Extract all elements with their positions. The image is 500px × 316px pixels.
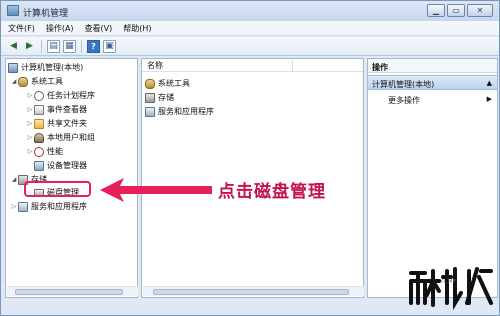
list-column-header[interactable]: 名称 [142,59,363,72]
column-name-label: 名称 [147,60,163,70]
expand-arrow-icon[interactable]: ▷ [26,106,34,113]
list-item-label: 存储 [158,93,174,102]
list-item[interactable]: 存储 [145,91,174,104]
forward-arrow-icon[interactable]: ▶ [23,40,36,53]
highlight-box [24,181,91,197]
services-icon [145,106,155,117]
list-item[interactable]: 服务和应用程序 [145,105,214,118]
collapse-arrow-icon[interactable]: ◢ [10,78,18,85]
menu-view[interactable]: 查看(V) [85,23,113,34]
up-folder-icon[interactable]: ▤ [47,39,60,53]
users-icon [34,132,44,143]
tree-item-label: 设备管理器 [47,161,87,170]
tree-item-label: 事件查看器 [47,105,87,114]
tree-item-label: 任务计划程序 [47,91,95,100]
expand-arrow-icon[interactable]: ▷ [10,203,18,210]
scrollbar-thumb[interactable] [15,289,123,295]
tools-icon [18,76,28,87]
menu-bar: 文件(F) 操作(A) 查看(V) 帮助(H) [1,21,499,36]
window-title: 计算机管理 [23,9,69,19]
performance-icon [34,146,44,157]
services-icon [18,201,28,212]
tree-item-task-scheduler[interactable]: ▷ 任务计划程序 [26,89,95,102]
list-item[interactable]: 系统工具 [145,77,190,90]
tree-item-label: 共享文件夹 [47,119,87,128]
list-item-label: 系统工具 [158,79,190,88]
back-arrow-icon[interactable]: ◀ [7,40,20,53]
actions-section-computer-management[interactable]: 计算机管理(本地) ▲ [368,75,497,90]
expand-arrow-icon[interactable]: ▷ [26,92,34,99]
tree-item-label: 系统工具 [31,77,63,86]
tools-icon [145,78,155,89]
toolbar: ◀ ▶ ▤ ▦ ? ▣ [1,37,499,56]
close-button[interactable]: ✕ [467,4,493,17]
tree-item-event-viewer[interactable]: ▷ 事件查看器 [26,103,87,116]
more-actions-link[interactable]: 更多操作 [388,95,420,106]
menu-file[interactable]: 文件(F) [8,23,35,34]
expand-arrow-icon[interactable]: ▷ [26,120,34,127]
toolbar-divider [41,39,42,53]
tree-item-local-users[interactable]: ▷ 本地用户和组 [26,131,95,144]
watermark-subtext: YLMF [440,279,458,285]
device-manager-icon [34,160,44,171]
list-item-label: 服务和应用程序 [158,107,214,116]
maximize-button[interactable]: ▭ [447,4,465,17]
tree-item-system-tools[interactable]: ◢ 系统工具 [10,75,63,88]
submenu-arrow-icon[interactable]: ▶ [487,95,492,103]
tree-item-shared-folders[interactable]: ▷ 共享文件夹 [26,117,87,130]
actions-header: 操作 [368,59,497,73]
tree-item-label: 性能 [47,147,63,156]
event-log-icon [34,104,44,115]
actions-section-label: 计算机管理(本地) [372,80,435,89]
properties-icon[interactable]: ▣ [103,39,116,53]
tree-item-label: 计算机管理(本地) [21,63,84,72]
close-icon: ✕ [476,6,484,15]
collapse-up-icon[interactable]: ▲ [487,79,492,87]
expand-arrow-icon[interactable]: ▷ [26,134,34,141]
minimize-icon: ▁ [432,6,440,15]
expand-arrow-icon[interactable]: ▷ [26,148,34,155]
tree-item-performance[interactable]: ▷ 性能 [26,145,63,158]
tree-item-label: 本地用户和组 [47,133,95,142]
tree-item-device-manager[interactable]: 设备管理器 [34,159,87,172]
maximize-icon: ▭ [452,6,460,15]
computer-icon [8,62,18,73]
help-icon[interactable]: ? [87,39,100,53]
tree-item-services-applications[interactable]: ▷ 服务和应用程序 [10,200,87,213]
column-divider[interactable] [292,60,293,71]
menu-help[interactable]: 帮助(H) [123,23,151,34]
window-controls: ▁ ▭ ✕ [427,4,493,17]
shared-folder-icon [34,118,44,129]
clock-icon [34,90,44,101]
computer-management-icon [7,5,19,16]
menu-action[interactable]: 操作(A) [46,23,74,34]
pointer-arrow-icon [100,178,212,202]
title-bar[interactable]: 计算机管理 ▁ ▭ ✕ [1,1,499,21]
annotation-text: 点击磁盘管理 [218,182,326,202]
minimize-button[interactable]: ▁ [427,4,445,17]
scrollbar-thumb[interactable] [153,289,349,295]
list-horizontal-scrollbar[interactable] [143,286,364,296]
tree-item-computer-management[interactable]: 计算机管理(本地) [8,61,83,74]
tree-item-label: 服务和应用程序 [31,202,87,211]
toolbar-divider [81,39,82,53]
tree-horizontal-scrollbar[interactable] [7,286,138,296]
collapse-arrow-icon[interactable]: ◢ [10,176,18,183]
watermark-logo [409,267,493,311]
actions-pane: 操作 计算机管理(本地) ▲ 更多操作 ▶ [367,58,498,298]
show-hide-tree-icon[interactable]: ▦ [63,39,76,53]
storage-icon [145,92,155,103]
